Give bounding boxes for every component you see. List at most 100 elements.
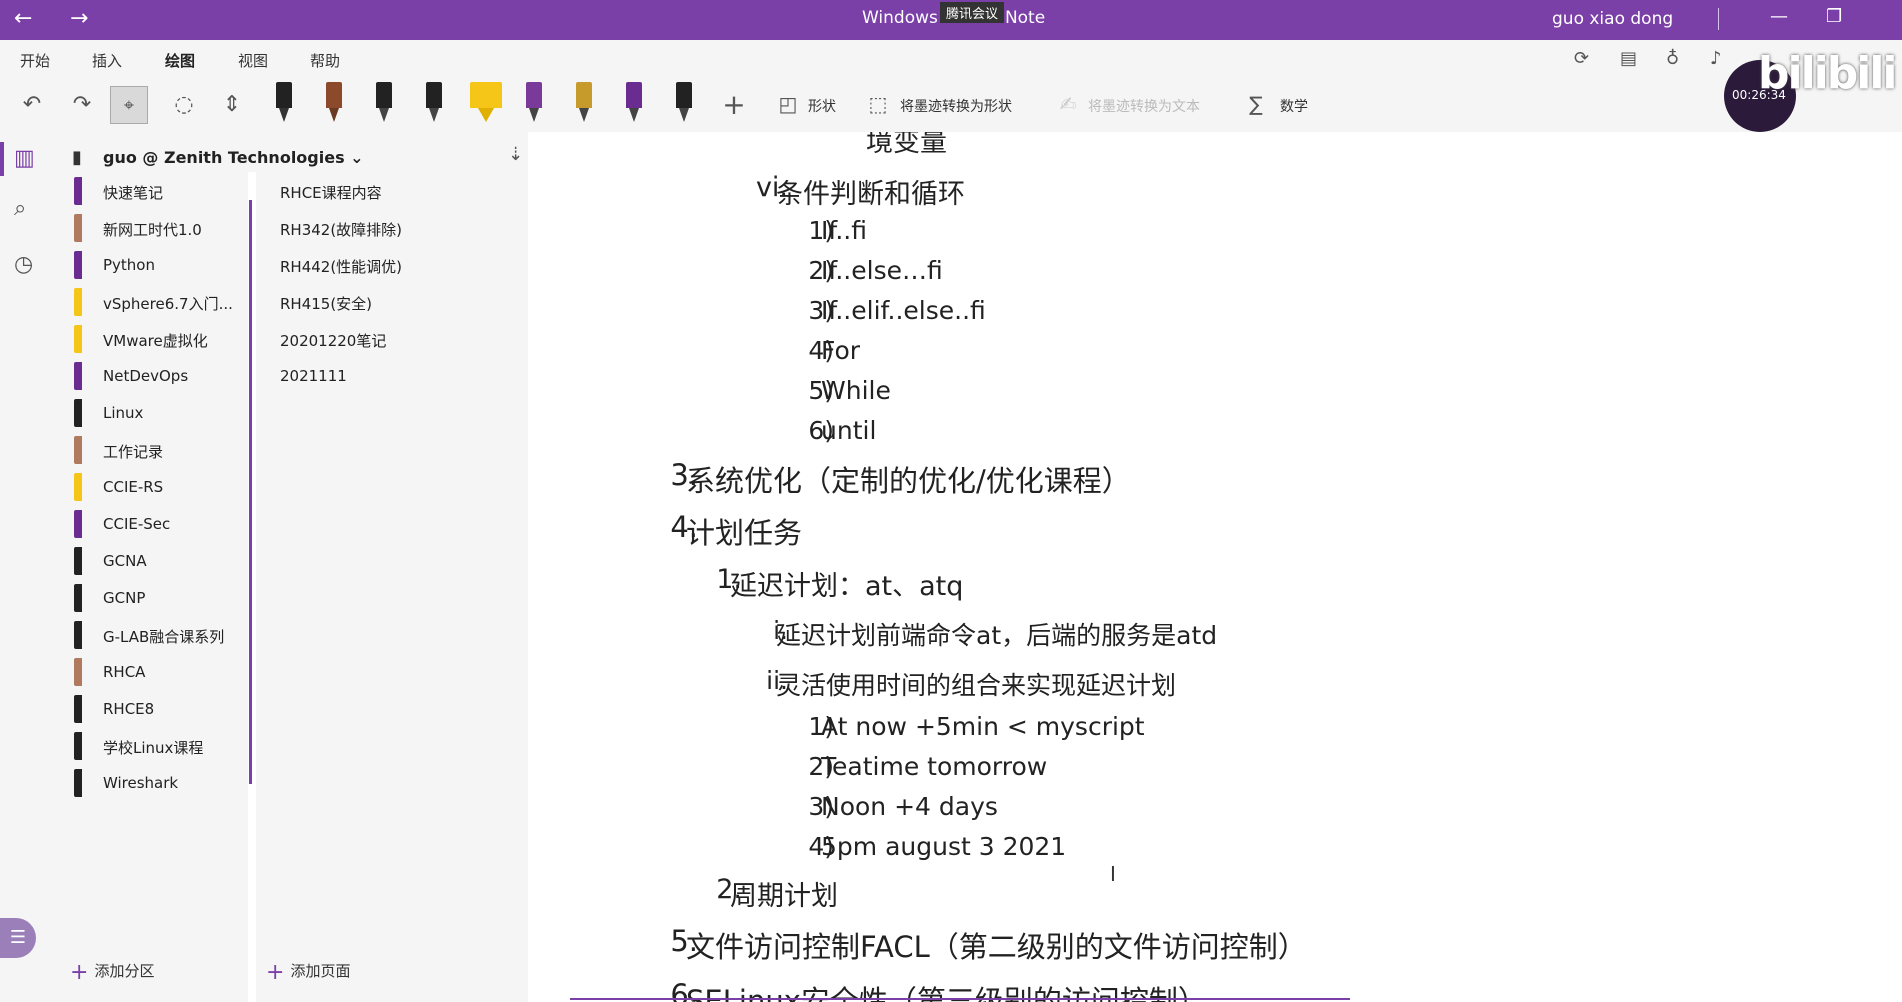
tab-help[interactable]: 帮助 bbox=[310, 50, 340, 71]
pen-black-1[interactable] bbox=[276, 82, 292, 124]
section-item[interactable]: CCIE-Sec bbox=[48, 505, 248, 541]
section-item[interactable]: Wireshark bbox=[48, 764, 248, 800]
outline-item[interactable]: 条件判断和循环 bbox=[776, 172, 965, 211]
redo-icon[interactable]: ↷ bbox=[64, 86, 100, 122]
section-item[interactable]: NetDevOps bbox=[48, 357, 248, 393]
meeting-badge: 腾讯会议 bbox=[940, 2, 1005, 23]
math-button[interactable]: 数学 bbox=[1280, 96, 1308, 116]
section-label: CCIE-RS bbox=[103, 478, 164, 496]
bell-icon[interactable]: ♪ bbox=[1710, 48, 1722, 69]
section-label: G-LAB融合课系列 bbox=[103, 628, 225, 646]
page-item[interactable]: 20201220笔记 bbox=[280, 330, 386, 351]
lasso-select-text-icon[interactable]: ⌖ bbox=[110, 86, 148, 124]
outline-item[interactable]: Teatime tomorrow bbox=[821, 752, 1047, 781]
page-content[interactable]: 境变量 vi. 条件判断和循环 1) If..fi 2) If..else…fi… bbox=[528, 132, 1902, 1002]
section-item[interactable]: 快速笔记 bbox=[48, 172, 248, 208]
math-icon[interactable]: ∑ bbox=[1238, 86, 1274, 122]
tab-view[interactable]: 视图 bbox=[238, 50, 268, 71]
notebook-icon: ▮ bbox=[72, 147, 82, 168]
pen-brown[interactable] bbox=[326, 82, 342, 124]
notebook-name[interactable]: guo @ Zenith Technologies ⌄ bbox=[103, 148, 364, 167]
forward-arrow-icon[interactable]: → bbox=[70, 6, 88, 31]
section-item[interactable]: Python bbox=[48, 246, 248, 282]
section-item[interactable]: vSphere6.7入门... bbox=[48, 283, 248, 319]
add-page-button[interactable]: + 添加页面 bbox=[266, 960, 350, 985]
sync-icon[interactable]: ⟳ bbox=[1574, 48, 1589, 69]
recent-clock-icon[interactable]: ◷ bbox=[14, 252, 33, 277]
outline-item[interactable]: For bbox=[821, 336, 860, 365]
outline-item[interactable]: until bbox=[821, 416, 876, 445]
section-item[interactable]: RHCE8 bbox=[48, 690, 248, 726]
page-bottom-rule bbox=[570, 998, 1350, 1000]
section-item[interactable]: 学校Linux课程 bbox=[48, 727, 248, 763]
outline-item[interactable]: 文件访问控制FACL（第二级别的文件访问控制） bbox=[686, 924, 1307, 966]
outline-item[interactable]: 灵活使用时间的组合来实现延迟计划 bbox=[776, 666, 1176, 702]
tab-draw[interactable]: 绘图 bbox=[165, 50, 196, 79]
plus-icon: + bbox=[266, 960, 285, 985]
section-item[interactable]: GCNP bbox=[48, 579, 248, 615]
outline-item[interactable]: 5pm august 3 2021 bbox=[821, 832, 1066, 861]
tab-insert[interactable]: 插入 bbox=[92, 50, 122, 71]
pen-black-3[interactable] bbox=[426, 82, 442, 124]
outline-item[interactable]: 境变量 bbox=[866, 132, 947, 159]
lightbulb-icon[interactable]: ♁ bbox=[1666, 48, 1679, 69]
section-item[interactable]: 工作记录 bbox=[48, 431, 248, 467]
minimize-button[interactable]: — bbox=[1770, 6, 1788, 27]
add-section-button[interactable]: + 添加分区 bbox=[70, 960, 154, 985]
outline-item[interactable]: 系统优化（定制的优化/优化课程） bbox=[686, 458, 1131, 500]
notebooks-icon[interactable]: ▥ bbox=[14, 146, 35, 171]
search-icon[interactable]: ⌕ bbox=[14, 196, 26, 221]
outline-item[interactable]: If..elif..else..fi bbox=[821, 296, 986, 325]
plus-icon: + bbox=[70, 960, 89, 985]
page-list: RHCE课程内容 RH342(故障排除) RH442(性能调优) RH415(安… bbox=[256, 172, 528, 1002]
outline-item[interactable]: At now +5min < myscript bbox=[821, 712, 1145, 741]
outline-item[interactable]: 周期计划 bbox=[730, 874, 838, 913]
restore-button[interactable]: ❐ bbox=[1826, 6, 1842, 27]
outline-item[interactable]: While bbox=[821, 376, 891, 405]
page-item[interactable]: RHCE课程内容 bbox=[280, 182, 382, 203]
sort-icon[interactable]: ⇣ bbox=[508, 144, 523, 165]
outline-number: 5. bbox=[670, 924, 698, 958]
undo-icon[interactable]: ↶ bbox=[14, 86, 50, 122]
user-name[interactable]: guo xiao dong bbox=[1552, 9, 1673, 29]
shapes-icon[interactable]: ◰ bbox=[770, 86, 806, 122]
ink-to-shape-button[interactable]: 将墨迹转换为形状 bbox=[900, 96, 1012, 116]
section-label: 工作记录 bbox=[103, 443, 164, 461]
pen-black-2[interactable] bbox=[376, 82, 392, 124]
add-space-icon[interactable]: ⇕ bbox=[214, 86, 250, 122]
outline-item[interactable]: 延迟计划前端命令at，后端的服务是atd bbox=[776, 616, 1217, 652]
title-bar: ← → Windows 10 OneNote 腾讯会议 guo xiao don… bbox=[0, 0, 1902, 40]
section-item[interactable]: Linux bbox=[48, 394, 248, 430]
section-item[interactable]: RHCA bbox=[48, 653, 248, 689]
outline-item[interactable]: If..fi bbox=[821, 216, 867, 245]
pen-purple-pattern[interactable] bbox=[526, 82, 542, 124]
page-item[interactable]: RH415(安全) bbox=[280, 293, 372, 314]
page-item[interactable]: RH342(故障排除) bbox=[280, 219, 402, 240]
lasso-select-icon[interactable]: ◌ bbox=[166, 86, 202, 122]
ink-to-text-icon: ✍ bbox=[1059, 92, 1077, 116]
pen-black-4[interactable] bbox=[676, 82, 692, 124]
shapes-button[interactable]: 形状 bbox=[808, 96, 836, 116]
tab-home[interactable]: 开始 bbox=[20, 50, 50, 71]
pen-gold[interactable] bbox=[576, 82, 592, 124]
pen-purple[interactable] bbox=[626, 82, 642, 124]
notebook-header[interactable]: ▮ guo @ Zenith Technologies ⌄ ⇣ bbox=[48, 132, 528, 172]
add-pen-icon[interactable]: + bbox=[716, 86, 752, 122]
page-item[interactable]: 2021111 bbox=[280, 367, 347, 385]
highlighter-yellow[interactable] bbox=[470, 82, 502, 124]
outline-item[interactable]: 计划任务 bbox=[686, 510, 802, 552]
outline-item[interactable]: Noon +4 days bbox=[821, 792, 998, 821]
outline-item[interactable]: 延迟计划：at、atq bbox=[730, 564, 963, 603]
back-arrow-icon[interactable]: ← bbox=[14, 6, 32, 31]
section-item[interactable]: G-LAB融合课系列 bbox=[48, 616, 248, 652]
section-item[interactable]: 新网工时代1.0 bbox=[48, 209, 248, 245]
page-item[interactable]: RH442(性能调优) bbox=[280, 256, 402, 277]
section-item[interactable]: GCNA bbox=[48, 542, 248, 578]
ink-to-shape-icon[interactable]: ⬚ bbox=[860, 86, 896, 122]
section-item[interactable]: CCIE-RS bbox=[48, 468, 248, 504]
section-item[interactable]: VMware虚拟化 bbox=[48, 320, 248, 356]
outline-number: 4. bbox=[670, 510, 698, 544]
section-label: GCNA bbox=[103, 552, 147, 570]
page-view-icon[interactable]: ▤ bbox=[1620, 48, 1637, 69]
outline-item[interactable]: If..else…fi bbox=[821, 256, 943, 285]
